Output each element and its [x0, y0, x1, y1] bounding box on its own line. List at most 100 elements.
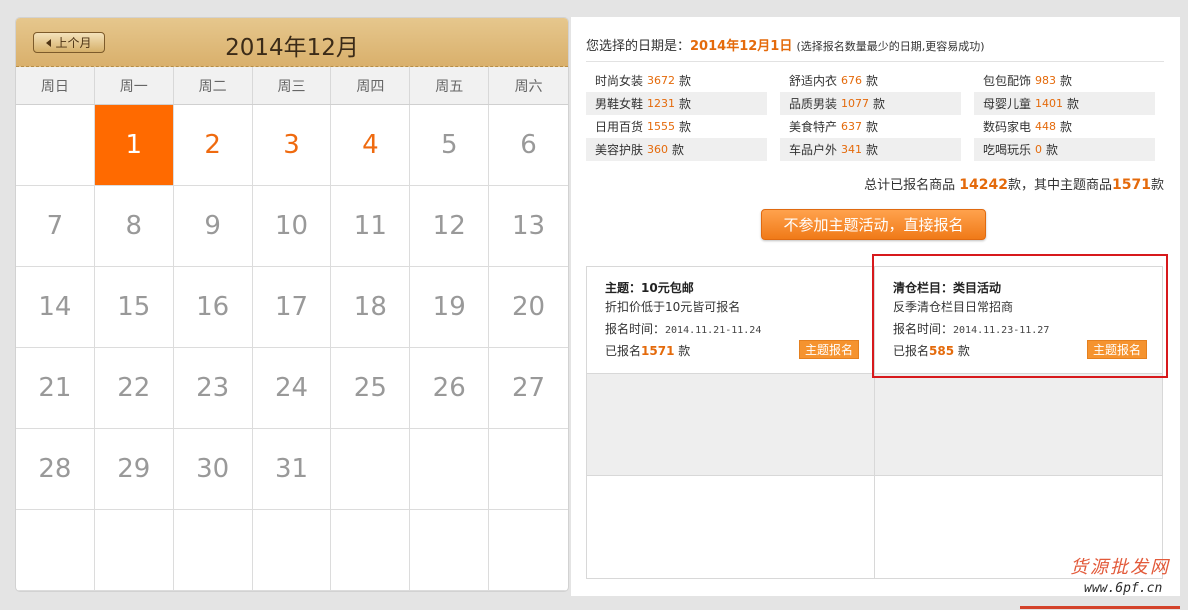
calendar-day-empty — [16, 510, 95, 591]
calendar-day-empty — [252, 510, 332, 591]
divider — [586, 61, 1164, 62]
calendar-day[interactable]: 4 — [331, 105, 411, 186]
category-name: 男鞋女鞋 — [595, 97, 644, 111]
watermark: 货源批发网 www.6pf.cn — [1070, 553, 1170, 596]
category-item[interactable]: 时尚女装 3672 款 — [586, 69, 767, 92]
calendar-day: 8 — [94, 186, 174, 267]
category-name: 日用百货 — [595, 120, 644, 134]
category-item[interactable]: 母婴儿童 1401 款 — [974, 92, 1155, 115]
calendar-day: 17 — [252, 267, 332, 348]
category-count: 3672 — [647, 74, 676, 87]
category-item[interactable]: 美容护肤 360 款 — [586, 138, 767, 161]
category-unit: 款 — [1067, 97, 1080, 111]
category-unit: 款 — [672, 143, 685, 157]
calendar-day: 10 — [252, 186, 332, 267]
calendar-day: 9 — [173, 186, 253, 267]
selected-date-prefix: 您选择的日期是： — [586, 39, 691, 54]
watermark-title: 货源批发网 — [1070, 557, 1170, 578]
category-unit: 款 — [679, 120, 692, 134]
theme-title: 主题：10元包邮 — [605, 281, 694, 295]
theme-time-value: 2014.11.21-11.24 — [665, 325, 762, 336]
category-item[interactable]: 吃喝玩乐 0 款 — [974, 138, 1155, 161]
category-name: 品质男装 — [789, 97, 838, 111]
calendar-day-empty — [331, 510, 411, 591]
calendar-day: 24 — [252, 348, 332, 429]
category-item[interactable]: 男鞋女鞋 1231 款 — [586, 92, 767, 115]
calendar-day-empty — [331, 429, 411, 510]
category-name: 美容护肤 — [595, 143, 644, 157]
calendar-day[interactable]: 1 — [94, 105, 174, 186]
calendar-day-grid: 1 2 3 4 5 6 7 8 9 10 11 12 13 14 15 16 17 18 19 20 21 22 23 24 2… — [16, 105, 568, 591]
category-row: 日用百货 1555 款美食特产 637 款数码家电 448 款 — [586, 115, 1156, 138]
calendar-day-empty — [410, 429, 490, 510]
category-count: 1077 — [841, 97, 870, 110]
category-name: 舒适内衣 — [789, 74, 838, 88]
weekday-label: 周四 — [331, 67, 411, 104]
category-item[interactable]: 包包配饰 983 款 — [974, 69, 1155, 92]
calendar-day: 7 — [16, 186, 95, 267]
calendar-day: 15 — [94, 267, 174, 348]
selected-date-note: (选择报名数量最少的日期,更容易成功) — [796, 40, 985, 53]
weekday-label: 周一 — [95, 67, 174, 104]
category-count: 341 — [841, 143, 863, 156]
category-item[interactable]: 车品户外 341 款 — [780, 138, 961, 161]
theme-signup-button[interactable]: 主题报名 — [799, 340, 859, 359]
category-item[interactable]: 数码家电 448 款 — [974, 115, 1155, 138]
selected-date-line: 您选择的日期是：2014年12月1日 (选择报名数量最少的日期,更容易成功) — [586, 35, 985, 54]
total-prefix: 总计已报名商品 — [864, 178, 956, 193]
calendar-day-empty — [489, 429, 568, 510]
category-unit: 款 — [873, 97, 886, 111]
category-item[interactable]: 美食特产 637 款 — [780, 115, 961, 138]
category-unit: 款 — [866, 120, 879, 134]
calendar-day[interactable]: 2 — [173, 105, 253, 186]
category-row: 男鞋女鞋 1231 款品质男装 1077 款母婴儿童 1401 款 — [586, 92, 1156, 115]
calendar-day: 23 — [173, 348, 253, 429]
empty-theme-slot — [587, 374, 875, 476]
category-row: 美容护肤 360 款车品户外 341 款吃喝玩乐 0 款 — [586, 138, 1156, 161]
category-name: 数码家电 — [983, 120, 1032, 134]
calendar-day: 31 — [252, 429, 332, 510]
calendar-day: 6 — [489, 105, 568, 186]
calendar-day: 16 — [173, 267, 253, 348]
category-unit: 款 — [679, 74, 692, 88]
category-name: 车品户外 — [789, 143, 838, 157]
category-item[interactable]: 日用百货 1555 款 — [586, 115, 767, 138]
calendar-day-empty — [410, 510, 490, 591]
category-count: 360 — [647, 143, 669, 156]
empty-theme-slot — [587, 476, 875, 578]
category-unit: 款 — [1060, 120, 1073, 134]
calendar-day: 29 — [94, 429, 174, 510]
theme-count-suffix: 款 — [678, 344, 691, 358]
total-mid: 款，其中主题商品 — [1008, 178, 1113, 193]
calendar-day[interactable]: 3 — [252, 105, 332, 186]
theme-time-label: 报名时间： — [605, 322, 666, 336]
category-name: 吃喝玩乐 — [983, 143, 1032, 157]
direct-signup-button[interactable]: 不参加主题活动，直接报名 — [761, 209, 986, 240]
total-count: 14242 — [959, 177, 1008, 193]
selected-date: 2014年12月1日 — [690, 39, 793, 54]
total-theme-count: 1571 — [1112, 177, 1151, 193]
weekday-label: 周三 — [253, 67, 332, 104]
weekday-label: 周二 — [174, 67, 253, 104]
category-unit: 款 — [866, 74, 879, 88]
category-counts: 时尚女装 3672 款舒适内衣 676 款包包配饰 983 款男鞋女鞋 1231 款品质男装 10… — [586, 69, 1156, 161]
category-item[interactable]: 舒适内衣 676 款 — [780, 69, 961, 92]
calendar-day: 5 — [410, 105, 490, 186]
theme-count-value: 1571 — [641, 344, 675, 358]
calendar-day: 27 — [489, 348, 568, 429]
category-count: 0 — [1035, 143, 1043, 156]
category-name: 母婴儿童 — [983, 97, 1032, 111]
calendar-day: 13 — [489, 186, 568, 267]
theme-time: 报名时间：2014.11.21-11.24 — [605, 320, 761, 337]
category-item[interactable]: 品质男装 1077 款 — [780, 92, 961, 115]
calendar-day-empty — [489, 510, 568, 591]
theme-count: 已报名1571 款 — [605, 342, 690, 359]
calendar-day: 12 — [410, 186, 490, 267]
total-suffix: 款 — [1150, 178, 1164, 193]
theme-count-prefix: 已报名 — [605, 344, 642, 358]
total-signups: 总计已报名商品 14242款，其中主题商品1571款 — [864, 174, 1164, 193]
category-row: 时尚女装 3672 款舒适内衣 676 款包包配饰 983 款 — [586, 69, 1156, 92]
calendar-day-empty — [173, 510, 253, 591]
category-count: 448 — [1035, 120, 1057, 133]
category-count: 1555 — [647, 120, 676, 133]
